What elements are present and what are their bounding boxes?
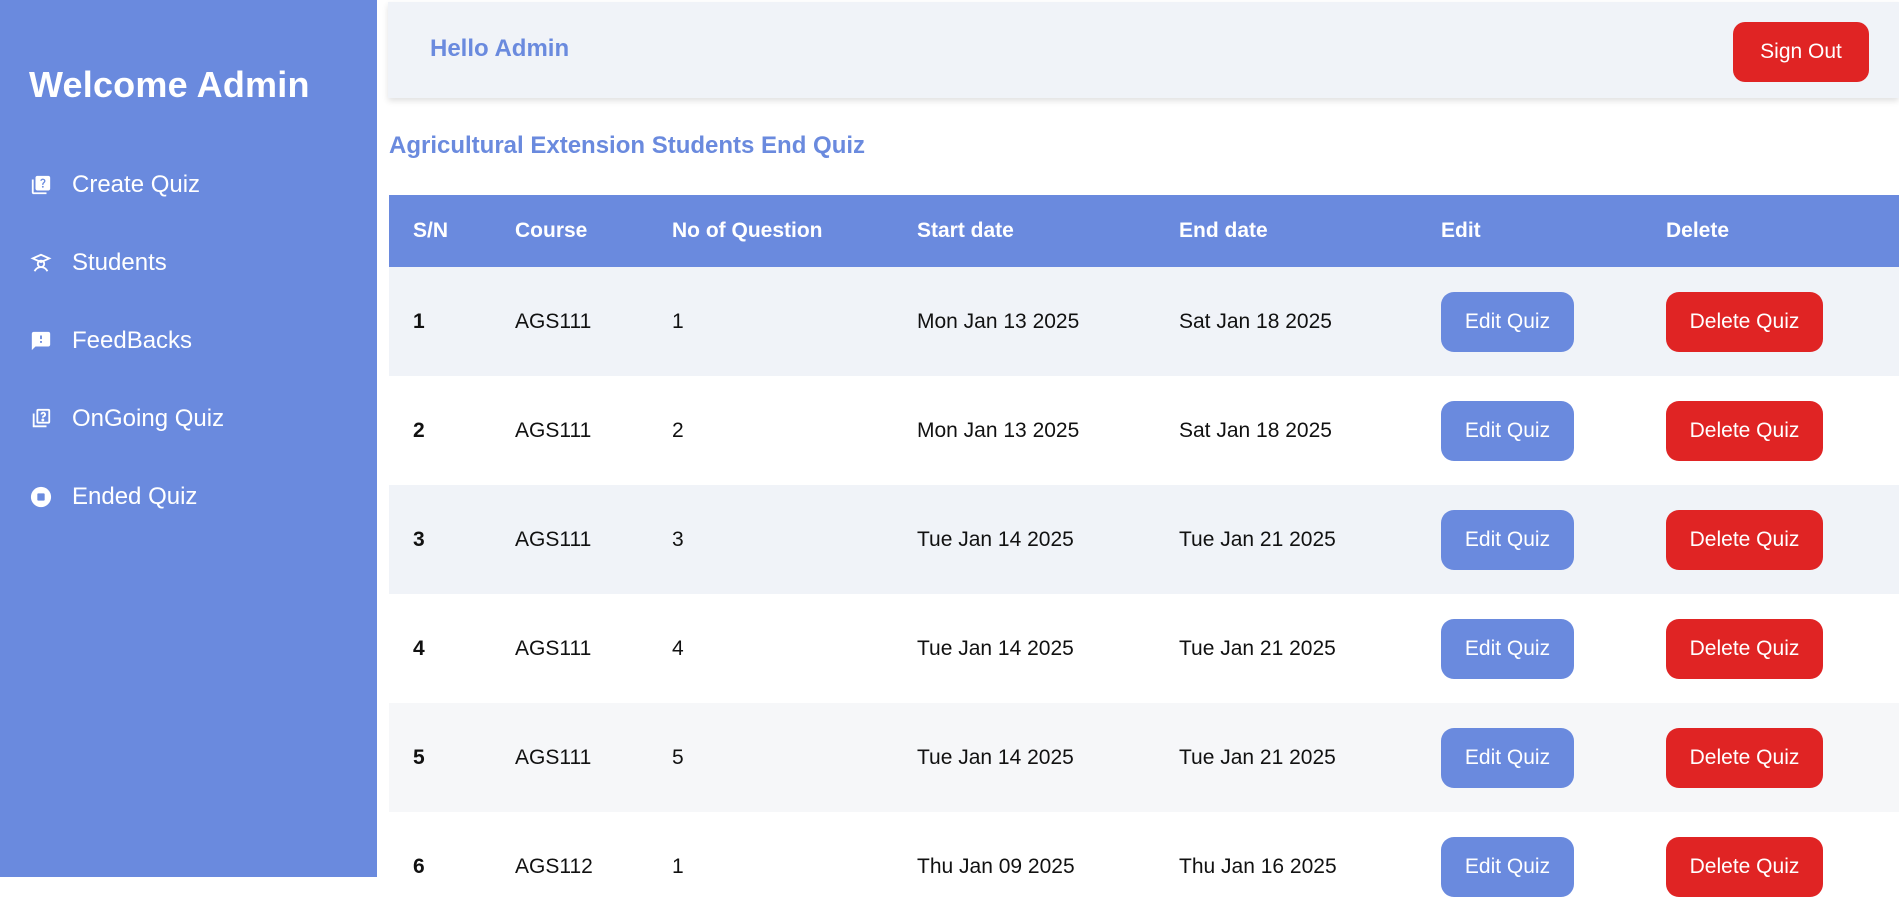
cell-edit: Edit Quiz — [1441, 267, 1666, 376]
greeting: Hello Admin — [430, 35, 570, 62]
cell-edit: Edit Quiz — [1441, 594, 1666, 703]
cell-questions: 1 — [672, 854, 684, 878]
cell-sn: 3 — [413, 527, 425, 551]
cell-edit: Edit Quiz — [1441, 376, 1666, 485]
cell-questions: 4 — [672, 636, 684, 660]
table-header-row: S/N Course No of Question Start date End… — [389, 195, 1899, 267]
cell-sn: 4 — [413, 636, 425, 660]
cell-questions: 2 — [672, 418, 684, 442]
edit-quiz-button[interactable]: Edit Quiz — [1441, 618, 1574, 679]
cell-course: AGS111 — [515, 527, 592, 551]
top-bar: Hello Admin Sign Out — [388, 2, 1899, 98]
cell-end-date: Sat Jan 18 2025 — [1179, 309, 1332, 333]
edit-quiz-button[interactable]: Edit Quiz — [1441, 400, 1574, 461]
column-header-end-date: End date — [1179, 219, 1268, 242]
cell-course: AGS111 — [515, 636, 592, 660]
cell-sn: 2 — [413, 418, 425, 442]
main-content: Hello Admin Sign Out Agricultural Extens… — [377, 0, 1899, 921]
delete-quiz-button[interactable]: Delete Quiz — [1666, 400, 1823, 461]
ongoing-quiz-icon — [29, 407, 53, 431]
cell-edit: Edit Quiz — [1441, 703, 1666, 812]
table-row: 1 AGS111 1 Mon Jan 13 2025 Sat Jan 18 20… — [389, 267, 1899, 376]
column-header-sn: S/N — [413, 219, 449, 242]
cell-delete: Delete Quiz — [1666, 267, 1899, 376]
column-header-course: Course — [515, 219, 588, 242]
edit-quiz-button[interactable]: Edit Quiz — [1441, 836, 1574, 897]
cell-delete: Delete Quiz — [1666, 485, 1899, 594]
page-title: Agricultural Extension Students End Quiz — [389, 132, 866, 159]
column-header-delete: Delete — [1666, 219, 1730, 242]
sidebar-item-ongoing-quiz[interactable]: OnGoing Quiz — [29, 380, 377, 458]
cell-end-date: Sat Jan 18 2025 — [1179, 418, 1332, 442]
student-icon — [29, 251, 53, 275]
feedback-icon — [29, 329, 53, 353]
sidebar-title: Welcome Admin — [29, 64, 310, 105]
cell-course: AGS111 — [515, 309, 592, 333]
cell-sn: 5 — [413, 745, 425, 769]
delete-quiz-button[interactable]: Delete Quiz — [1666, 727, 1823, 788]
cell-start-date: Thu Jan 09 2025 — [917, 854, 1075, 878]
sidebar-item-create-quiz[interactable]: Create Quiz — [29, 146, 377, 224]
table-row: 5 AGS111 5 Tue Jan 14 2025 Tue Jan 21 20… — [389, 703, 1899, 812]
delete-quiz-button[interactable]: Delete Quiz — [1666, 618, 1823, 679]
cell-end-date: Thu Jan 16 2025 — [1179, 854, 1337, 878]
cell-course: AGS112 — [515, 854, 593, 878]
sidebar-item-students[interactable]: Students — [29, 224, 377, 302]
cell-start-date: Tue Jan 14 2025 — [917, 745, 1074, 769]
delete-quiz-button[interactable]: Delete Quiz — [1666, 509, 1823, 570]
delete-quiz-button[interactable]: Delete Quiz — [1666, 836, 1823, 897]
edit-quiz-button[interactable]: Edit Quiz — [1441, 509, 1574, 570]
cell-end-date: Tue Jan 21 2025 — [1179, 745, 1336, 769]
sidebar: Welcome Admin Create Quiz Students FeedB… — [0, 0, 377, 877]
sign-out-button[interactable]: Sign Out — [1733, 22, 1869, 82]
cell-questions: 3 — [672, 527, 684, 551]
sidebar-item-label: Students — [72, 249, 167, 276]
column-header-questions: No of Question — [672, 219, 823, 242]
stop-circle-icon — [29, 485, 53, 509]
cell-sn: 1 — [413, 309, 425, 333]
column-header-edit: Edit — [1441, 219, 1481, 242]
sidebar-item-label: OnGoing Quiz — [72, 405, 225, 432]
cell-delete: Delete Quiz — [1666, 703, 1899, 812]
edit-quiz-button[interactable]: Edit Quiz — [1441, 291, 1574, 352]
column-header-start-date: Start date — [917, 219, 1014, 242]
cell-start-date: Tue Jan 14 2025 — [917, 636, 1074, 660]
cell-start-date: Mon Jan 13 2025 — [917, 418, 1080, 442]
cell-delete: Delete Quiz — [1666, 594, 1899, 703]
table-row: 6 AGS112 1 Thu Jan 09 2025 Thu Jan 16 20… — [389, 812, 1899, 921]
table-row: 4 AGS111 4 Tue Jan 14 2025 Tue Jan 21 20… — [389, 594, 1899, 703]
sidebar-item-feedbacks[interactable]: FeedBacks — [29, 302, 377, 380]
table-row: 2 AGS111 2 Mon Jan 13 2025 Sat Jan 18 20… — [389, 376, 1899, 485]
cell-end-date: Tue Jan 21 2025 — [1179, 636, 1336, 660]
sidebar-item-label: Create Quiz — [72, 171, 201, 198]
sidebar-item-label: Ended Quiz — [72, 483, 198, 510]
cell-course: AGS111 — [515, 418, 592, 442]
cell-course: AGS111 — [515, 745, 592, 769]
quiz-icon — [29, 173, 53, 197]
cell-sn: 6 — [413, 854, 425, 878]
cell-questions: 1 — [672, 309, 684, 333]
sidebar-item-ended-quiz[interactable]: Ended Quiz — [29, 458, 377, 536]
cell-edit: Edit Quiz — [1441, 812, 1666, 921]
cell-start-date: Tue Jan 14 2025 — [917, 527, 1074, 551]
table-row: 3 AGS111 3 Tue Jan 14 2025 Tue Jan 21 20… — [389, 485, 1899, 594]
quiz-table: S/N Course No of Question Start date End… — [389, 195, 1899, 921]
cell-delete: Delete Quiz — [1666, 376, 1899, 485]
cell-start-date: Mon Jan 13 2025 — [917, 309, 1080, 333]
cell-delete: Delete Quiz — [1666, 812, 1899, 921]
cell-end-date: Tue Jan 21 2025 — [1179, 527, 1336, 551]
delete-quiz-button[interactable]: Delete Quiz — [1666, 291, 1823, 352]
cell-questions: 5 — [672, 745, 684, 769]
cell-edit: Edit Quiz — [1441, 485, 1666, 594]
sidebar-item-label: FeedBacks — [72, 327, 193, 354]
edit-quiz-button[interactable]: Edit Quiz — [1441, 727, 1574, 788]
